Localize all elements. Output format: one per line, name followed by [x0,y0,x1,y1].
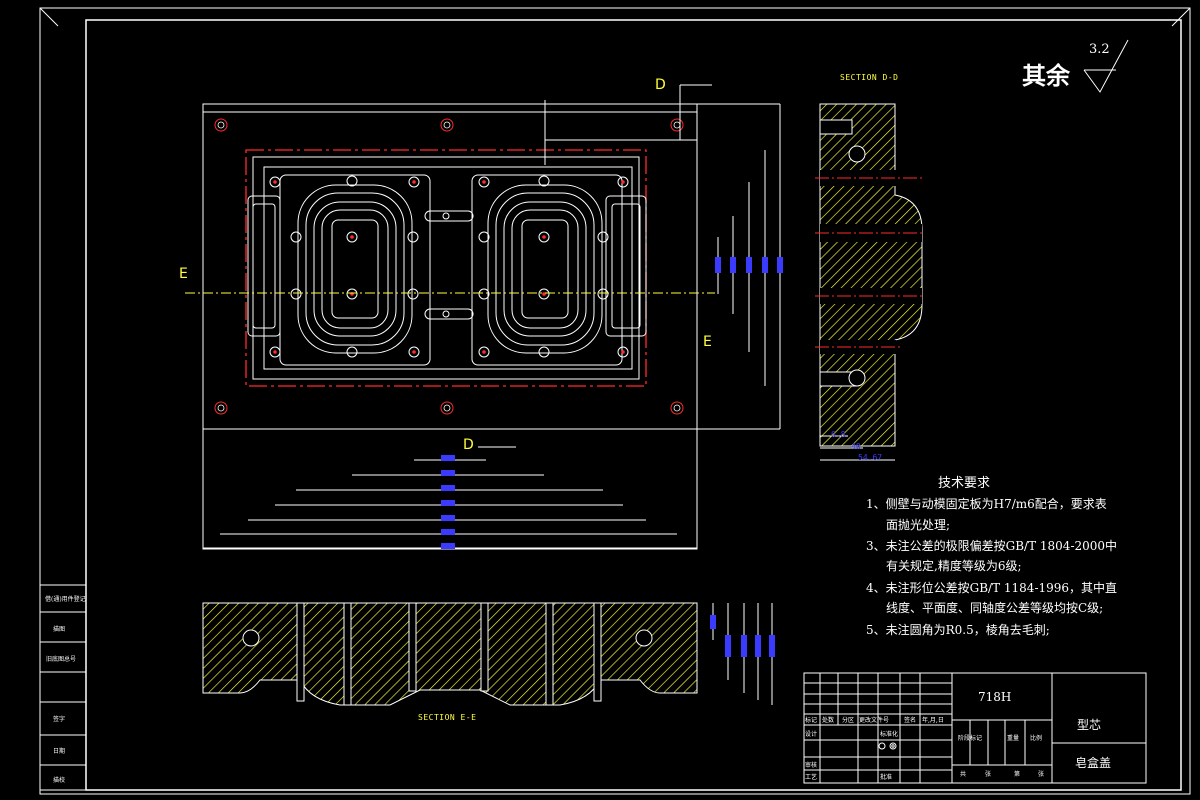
section-ee-view [202,602,775,706]
tb-review: 审核 [805,762,818,769]
tb-standard: 标准化 [880,731,899,738]
side-label-6: 描校 [53,777,66,784]
tb-scale: 比例 [1030,735,1043,742]
section-dd-view [815,103,925,461]
cut-letter-e-left: E [179,266,188,282]
plan-view [185,84,780,550]
tb-row-label-4: 更改文件号 [859,717,890,724]
tech-line-1: 1、侧壁与动模固定板为H7/m6配合，要求表 [866,497,1107,511]
tech-line-7: 5、未注圆角为R0.5，棱角去毛刺; [866,623,1050,637]
tb-row-label-3: 分区 [842,717,855,724]
cut-letter-d-bottom: D [463,437,474,453]
tb-row-label-5: 签名 [904,717,917,724]
tb-sheet-3: 第 [1014,771,1021,778]
section-dd-label: SECTION D-D [840,73,899,82]
side-label-4: 日期 [53,748,66,755]
tech-requirements-title: 技术要求 [938,476,991,491]
side-label-5: 描图 [53,626,66,633]
tech-line-2: 面抛光处理; [886,518,951,532]
bottom-dim-values [441,455,455,549]
drawing-canvas [39,7,1191,795]
tech-line-5: 4、未注形位公差按GB/T 1184-1996，其中直 [866,581,1118,595]
cut-letter-e-right: E [703,334,712,350]
tech-line-6: 线度、平面度、同轴度公差等级均按C级; [886,601,1104,615]
side-label-1: 借(通)用件登记 [45,596,86,603]
side-label-3: 签字 [53,716,66,723]
side-dim-2: 40 [851,442,861,451]
side-column-table [39,584,87,791]
part-name: 型芯 [1077,718,1102,732]
product-name: 皂盒盖 [1075,756,1112,770]
material-label: 718H [978,690,1012,704]
tech-line-3: 3、未注公差的极限偏差按GB/T 1804-2000中 [866,539,1118,553]
tb-sheet-4: 张 [1038,771,1045,778]
tb-stage: 阶段标记 [958,735,983,742]
tb-row-label-6: 年,月,日 [922,717,944,724]
tb-sheet-2: 张 [985,771,992,778]
tb-process: 工艺 [805,774,818,781]
right-dim-values [715,257,783,273]
side-label-2: 旧底图总号 [46,656,77,663]
cut-letter-d-top: D [655,77,666,93]
tb-row-label-2: 处数 [822,717,835,724]
section-ee-label: SECTION E-E [418,713,477,722]
surface-finish-label: 其余 [1022,62,1070,90]
side-dim-3: 54.67 [858,453,883,462]
surface-finish-value: 3.2 [1089,42,1110,57]
tb-approve: 批准 [880,774,893,781]
side-dim-1: 6.8 [831,430,846,439]
tb-weight: 重量 [1007,735,1020,742]
tech-line-4: 有关规定,精度等级为6级; [886,559,1022,573]
tb-sheet-1: 共 [960,771,967,778]
tb-design: 设计 [805,731,818,738]
tb-row-label-1: 标记 [805,717,818,724]
